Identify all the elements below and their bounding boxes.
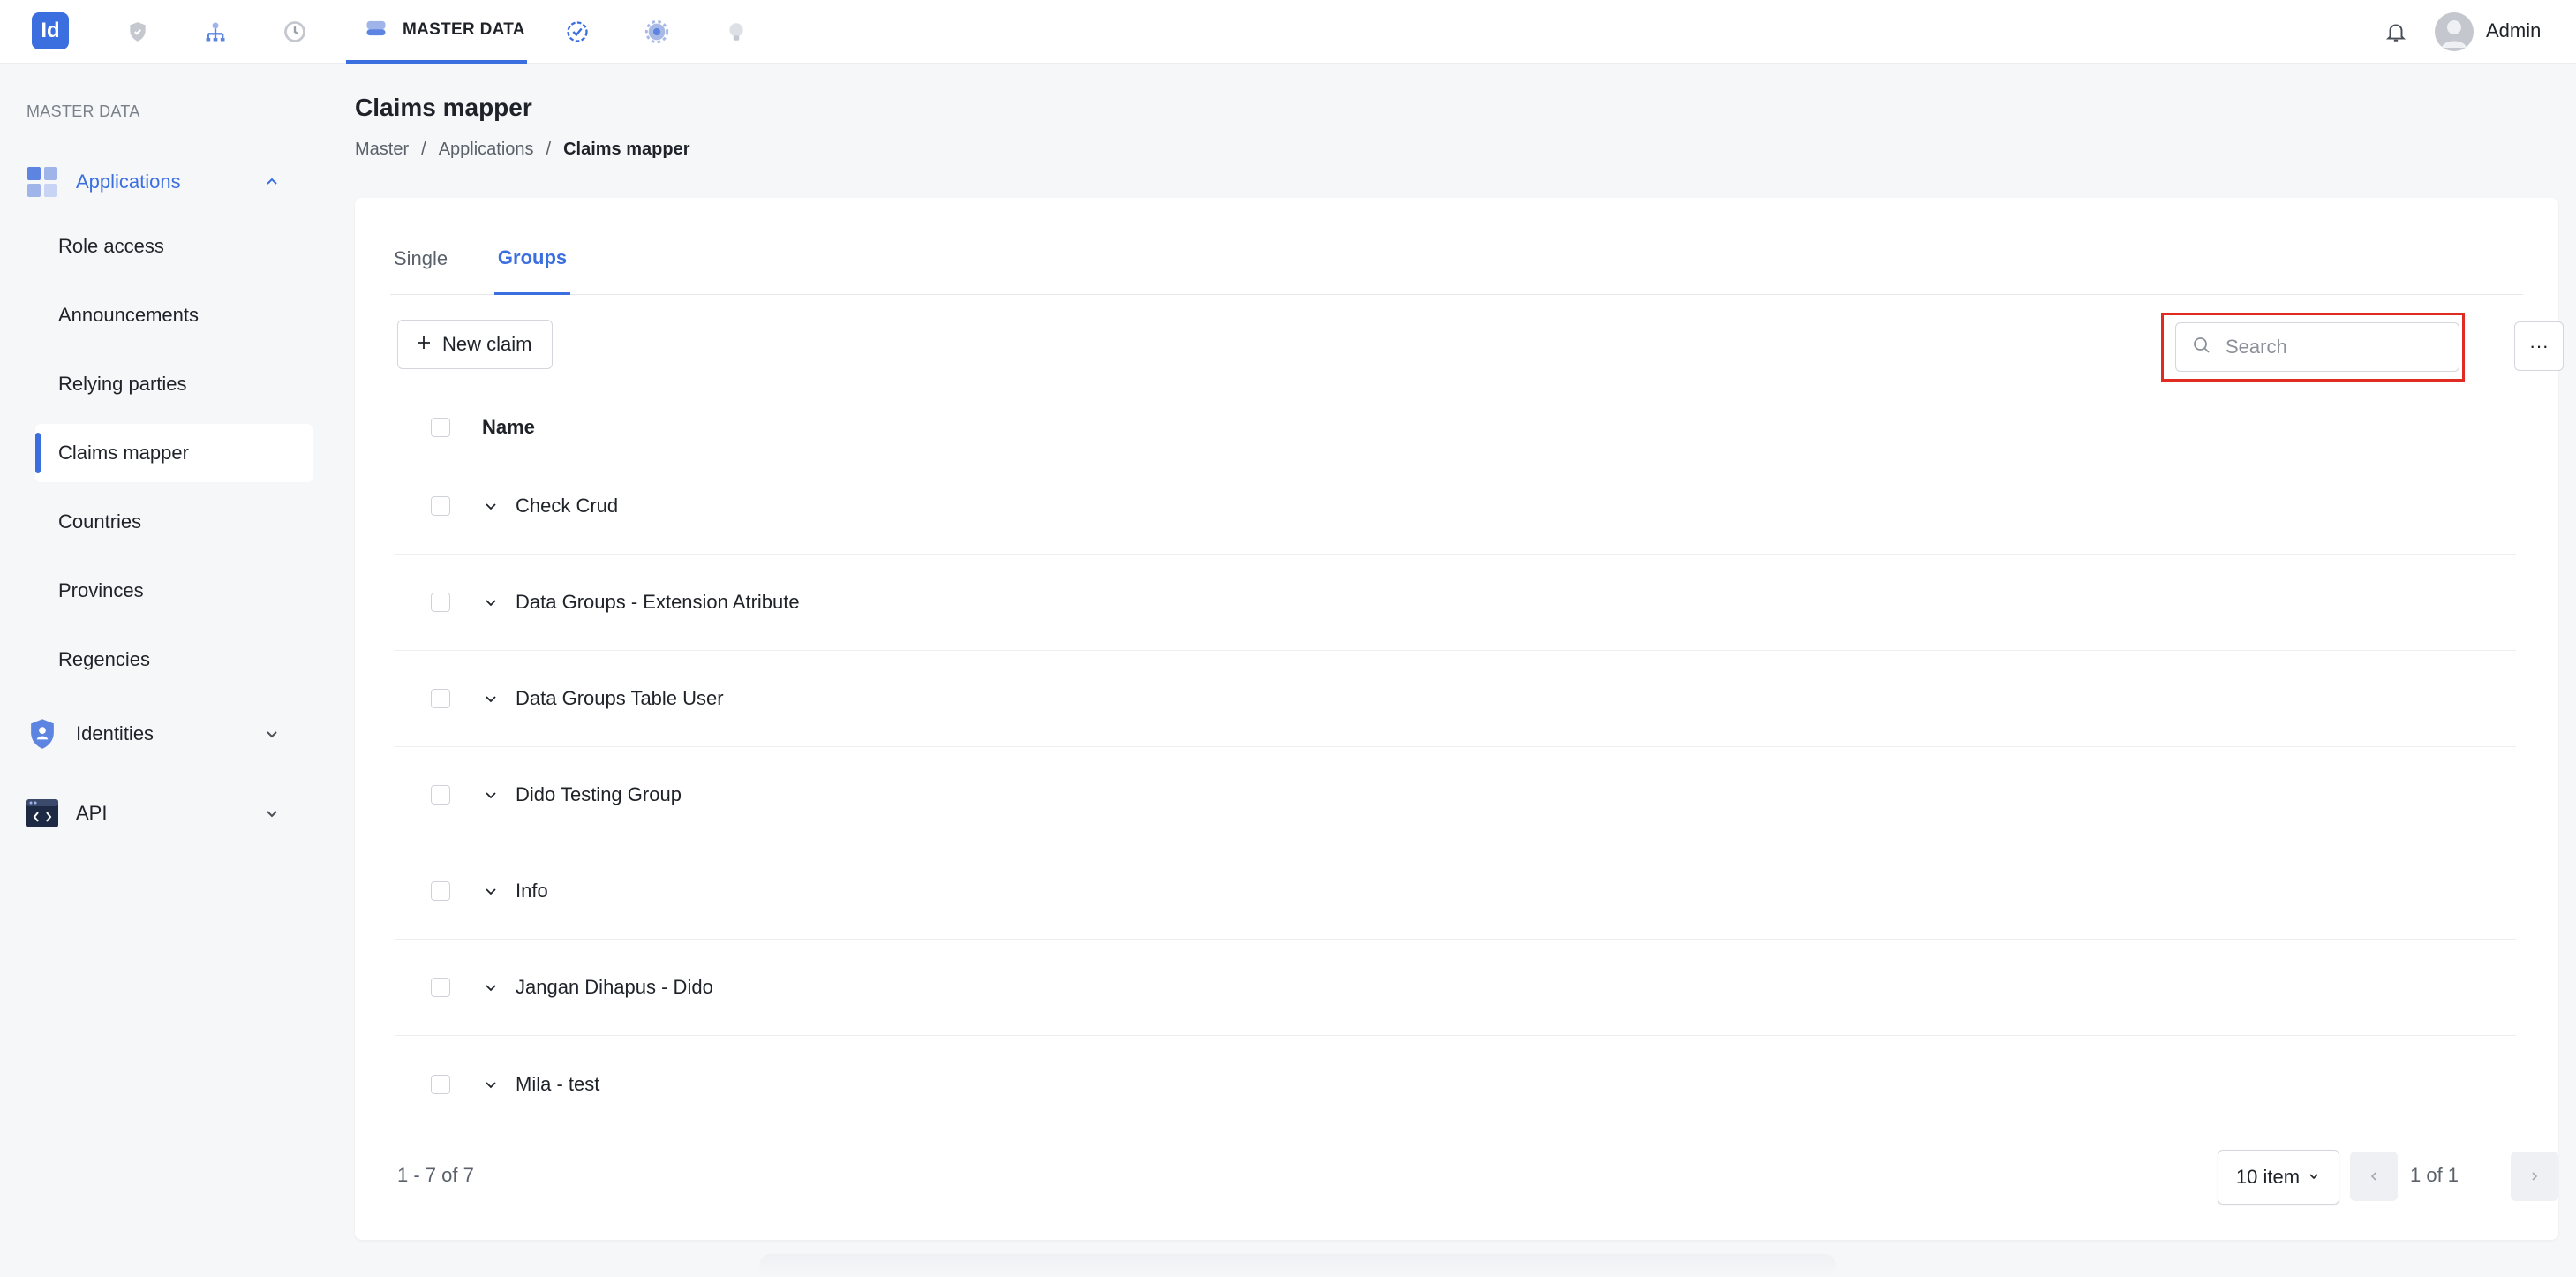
row-checkbox[interactable] bbox=[431, 881, 450, 901]
sidebar-item-claims-mapper[interactable]: Claims mapper bbox=[35, 424, 313, 482]
row-name: Info bbox=[516, 880, 548, 902]
plus-icon bbox=[416, 333, 432, 356]
row-name: Check Crud bbox=[516, 495, 619, 517]
row-name: Data Groups Table User bbox=[516, 687, 724, 709]
shield-icon[interactable] bbox=[122, 16, 154, 48]
tab-single[interactable]: Single bbox=[390, 223, 451, 295]
search-box[interactable] bbox=[2175, 322, 2459, 372]
tab-groups[interactable]: Groups bbox=[494, 223, 570, 295]
chevron-down-icon[interactable] bbox=[480, 977, 501, 998]
table-row[interactable]: Mila - test bbox=[395, 1036, 2516, 1132]
database-icon bbox=[364, 16, 388, 45]
sidebar: MASTER DATA Applications Role access Ann… bbox=[0, 64, 328, 1277]
chevron-down-icon[interactable] bbox=[480, 1074, 501, 1095]
sidebar-group-api[interactable]: API bbox=[25, 792, 304, 835]
chevron-up-icon bbox=[261, 171, 282, 193]
user-name[interactable]: Admin bbox=[2486, 19, 2541, 42]
table-row[interactable]: Dido Testing Group bbox=[395, 747, 2516, 843]
table-row[interactable]: Check Crud bbox=[395, 458, 2516, 555]
check-badge-icon[interactable] bbox=[561, 16, 593, 48]
network-icon[interactable] bbox=[200, 16, 231, 48]
avatar[interactable] bbox=[2435, 12, 2474, 51]
sidebar-section-label: MASTER DATA bbox=[26, 102, 140, 120]
table-row[interactable]: Data Groups Table User bbox=[395, 651, 2516, 747]
search-input[interactable] bbox=[2226, 336, 2429, 359]
breadcrumb: Master / Applications / Claims mapper bbox=[355, 140, 689, 160]
table-header: Name bbox=[395, 397, 2516, 457]
nav-tab-label: MASTER DATA bbox=[403, 20, 525, 39]
page-title: Claims mapper bbox=[355, 94, 532, 121]
chevron-down-icon[interactable] bbox=[480, 495, 501, 517]
table-row[interactable]: Info bbox=[395, 843, 2516, 940]
sidebar-item-countries[interactable]: Countries bbox=[35, 493, 313, 551]
chevron-down-icon[interactable] bbox=[480, 784, 501, 805]
gear-icon[interactable] bbox=[641, 16, 673, 48]
sidebar-group-label: API bbox=[76, 802, 108, 824]
row-checkbox[interactable] bbox=[431, 785, 450, 805]
sidebar-group-label: Applications bbox=[76, 170, 181, 193]
app-logo[interactable]: Id bbox=[32, 12, 69, 49]
chevron-down-icon[interactable] bbox=[480, 688, 501, 709]
sidebar-item-relying-parties[interactable]: Relying parties bbox=[35, 355, 313, 413]
result-count: 1 - 7 of 7 bbox=[397, 1164, 474, 1186]
page-indicator: 1 of 1 bbox=[2410, 1164, 2459, 1186]
sidebar-item-provinces[interactable]: Provinces bbox=[35, 562, 313, 620]
column-header-name[interactable]: Name bbox=[482, 416, 535, 439]
bell-icon[interactable] bbox=[2380, 16, 2412, 48]
content-card: Single Groups New claim ··· Name Check C… bbox=[355, 198, 2564, 1240]
row-checkbox[interactable] bbox=[431, 1074, 450, 1094]
row-name: Jangan Dihapus - Dido bbox=[516, 976, 713, 998]
chevron-down-icon[interactable] bbox=[480, 592, 501, 613]
sidebar-item-role-access[interactable]: Role access bbox=[35, 217, 313, 276]
row-name: Data Groups - Extension Atribute bbox=[516, 591, 800, 613]
sidebar-item-regencies[interactable]: Regencies bbox=[35, 631, 313, 689]
grid-icon bbox=[25, 164, 60, 200]
search-icon bbox=[2192, 336, 2211, 359]
chevron-down-icon bbox=[261, 723, 282, 744]
sidebar-group-identities[interactable]: Identities bbox=[25, 713, 304, 755]
breadcrumb-item-applications[interactable]: Applications bbox=[439, 140, 534, 160]
chevron-right-icon bbox=[2532, 1172, 2538, 1181]
row-checkbox[interactable] bbox=[431, 496, 450, 516]
identity-shield-icon bbox=[25, 716, 60, 752]
table-row[interactable]: Jangan Dihapus - Dido bbox=[395, 940, 2516, 1036]
sidebar-item-announcements[interactable]: Announcements bbox=[35, 286, 313, 344]
page-size-select[interactable]: 10 item bbox=[2218, 1150, 2339, 1205]
row-checkbox[interactable] bbox=[431, 593, 450, 612]
chevron-left-icon bbox=[2370, 1172, 2376, 1181]
table-row[interactable]: Data Groups - Extension Atribute bbox=[395, 555, 2516, 651]
page-size-value: 10 item bbox=[2235, 1166, 2301, 1188]
breadcrumb-separator: / bbox=[421, 140, 426, 159]
breadcrumb-item-master[interactable]: Master bbox=[355, 140, 409, 160]
code-window-icon bbox=[25, 796, 60, 831]
chevron-down-icon bbox=[261, 803, 282, 824]
select-all-checkbox[interactable] bbox=[431, 417, 450, 437]
more-options-button[interactable]: ··· bbox=[2514, 321, 2564, 371]
breadcrumb-separator: / bbox=[546, 140, 552, 159]
row-name: Dido Testing Group bbox=[516, 783, 682, 805]
chevron-down-icon bbox=[2307, 1166, 2321, 1189]
tab-bar: Single Groups bbox=[390, 223, 2523, 295]
new-claim-button[interactable]: New claim bbox=[397, 320, 553, 369]
new-claim-label: New claim bbox=[442, 333, 532, 355]
bottom-shadow-decoration bbox=[759, 1254, 1836, 1277]
sidebar-group-applications[interactable]: Applications bbox=[25, 161, 304, 203]
top-navigation-bar: Id MASTER DATA Admin bbox=[0, 0, 2576, 64]
prev-page-button[interactable] bbox=[2350, 1152, 2398, 1201]
sidebar-group-label: Identities bbox=[76, 722, 154, 744]
lightbulb-icon[interactable] bbox=[720, 16, 752, 48]
next-page-button[interactable] bbox=[2511, 1152, 2558, 1201]
nav-tab-master-data[interactable]: MASTER DATA bbox=[346, 0, 527, 64]
row-name: Mila - test bbox=[516, 1072, 600, 1095]
chevron-down-icon[interactable] bbox=[480, 880, 501, 902]
history-icon[interactable] bbox=[279, 16, 311, 48]
row-checkbox[interactable] bbox=[431, 978, 450, 997]
row-checkbox[interactable] bbox=[431, 689, 450, 708]
breadcrumb-item-current: Claims mapper bbox=[563, 140, 690, 159]
